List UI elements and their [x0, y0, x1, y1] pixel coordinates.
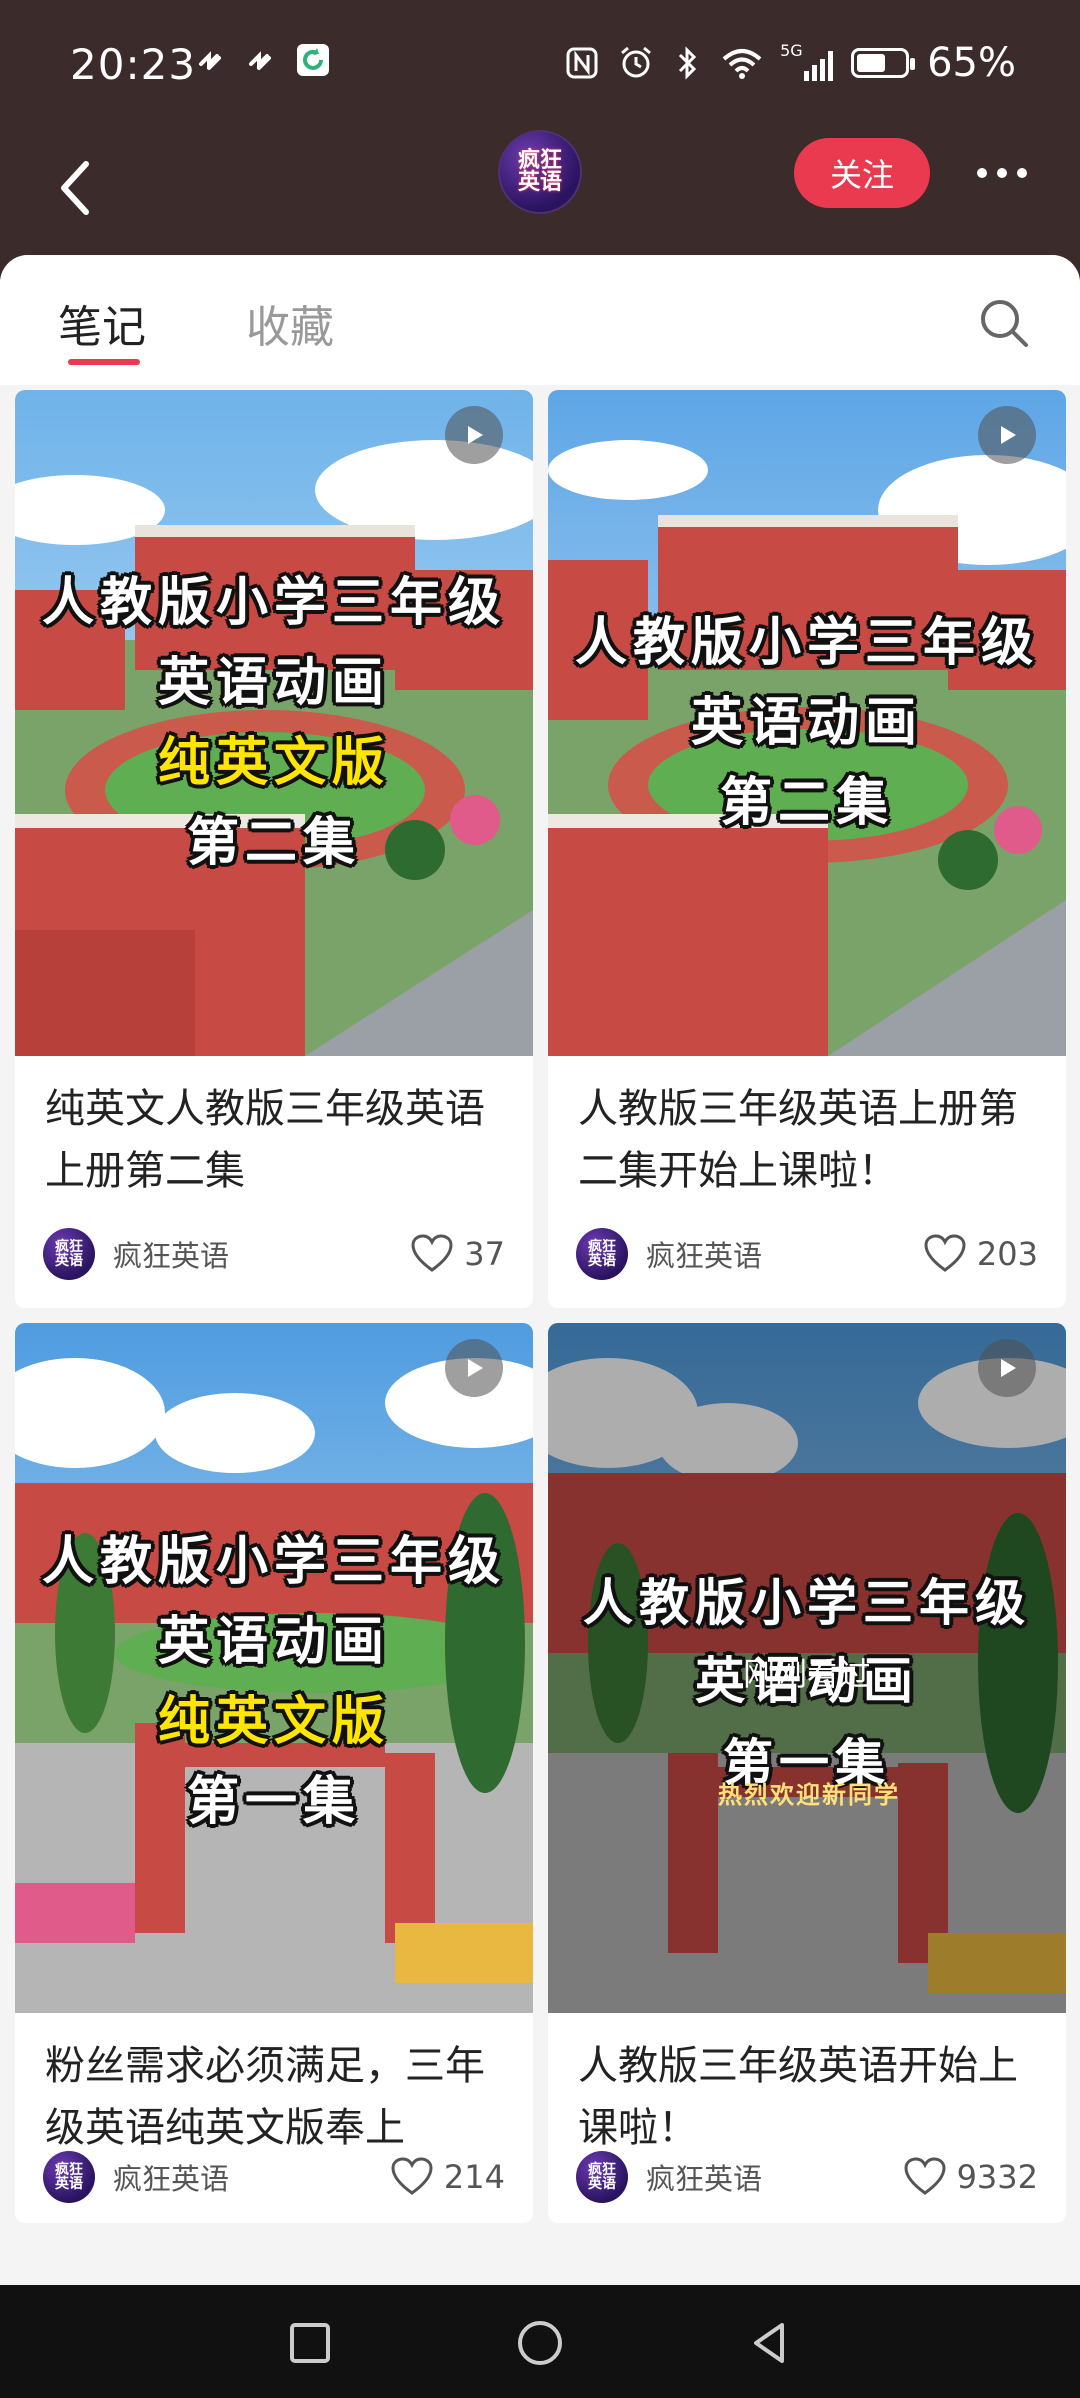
- back-arrow-icon: [61, 161, 89, 215]
- status-time: 20:23: [70, 40, 197, 89]
- card-author-row: 疯狂 英语 疯狂英语 203: [576, 1226, 1038, 1282]
- profile-avatar[interactable]: 疯狂 英语: [498, 130, 582, 214]
- more-options-button[interactable]: [962, 148, 1042, 198]
- card-title: 人教版三年级英语上册第二集开始上课啦！: [578, 1086, 1018, 1194]
- thumb-overlay-line-3: 纯英文版: [157, 1692, 390, 1752]
- like-button[interactable]: 203: [923, 1234, 1038, 1274]
- thumb-overlay-line-1: 人教版小学三年级: [583, 1574, 1031, 1632]
- author-avatar[interactable]: 疯狂 英语: [576, 1228, 628, 1280]
- play-icon: [978, 1339, 1036, 1397]
- wifi-icon: [722, 49, 762, 79]
- like-button[interactable]: 37: [410, 1234, 505, 1274]
- like-count: 9332: [956, 2158, 1038, 2196]
- more-dot: [1017, 168, 1027, 178]
- content-panel: 笔记 收藏 人教版小学三年级 英语动画 纯英文版 第二集 纯英文人教版三年级英语…: [0, 255, 1080, 2285]
- author-avatar[interactable]: 疯狂 英语: [43, 1228, 95, 1280]
- tab-bar: 笔记 收藏: [0, 255, 1080, 385]
- follow-button[interactable]: 关注: [794, 138, 930, 208]
- thumb-overlay-line-1: 人教版小学三年级: [574, 613, 1039, 673]
- tiktok-icon: [245, 42, 281, 78]
- notification-icons: [195, 42, 331, 78]
- note-card[interactable]: 人教版小学三年级 英语动画 第二集 人教版三年级英语上册第二集开始上课啦！ 疯狂…: [548, 390, 1066, 1308]
- signal-icon: 5G: [780, 41, 834, 81]
- tab-favorites[interactable]: 收藏: [246, 291, 334, 355]
- video-thumbnail[interactable]: 人教版小学三年级 英语动画 纯英文版 第一集: [15, 1323, 533, 2013]
- note-card[interactable]: 人教版小学三年级 英语动画 纯英文版 第一集 粉丝需求必须满足，三年级英语纯英文…: [15, 1323, 533, 2223]
- watched-label: 刚刚看过: [742, 1655, 871, 1693]
- like-count: 37: [464, 1235, 505, 1273]
- like-button[interactable]: 9332: [903, 2157, 1038, 2197]
- tiktok-icon: [195, 42, 231, 78]
- thumb-overlay-line-2: 英语动画: [157, 1612, 390, 1672]
- active-tab-indicator: [68, 359, 140, 365]
- card-author-row: 疯狂 英语 疯狂英语 214: [43, 2149, 505, 2205]
- nfc-icon: [566, 47, 598, 79]
- heart-icon: [904, 2157, 946, 2195]
- author-avatar[interactable]: 疯狂 英语: [43, 2151, 95, 2203]
- avatar-text-line2: 英语: [517, 170, 562, 195]
- back-button[interactable]: [40, 152, 112, 224]
- heart-icon: [924, 1234, 966, 1272]
- like-button[interactable]: 214: [390, 2157, 505, 2197]
- thumb-overlay-line-2: 英语动画: [157, 653, 390, 713]
- author-name[interactable]: 疯狂英语: [113, 2156, 229, 2198]
- more-dot: [977, 168, 987, 178]
- card-title: 粉丝需求必须满足，三年级英语纯英文版奉上: [45, 2043, 485, 2151]
- bluetooth-icon: [679, 46, 697, 80]
- like-count: 214: [443, 2158, 505, 2196]
- battery-percent: 65%: [927, 40, 1016, 86]
- card-author-row: 疯狂 英语 疯狂英语 37: [43, 1226, 505, 1282]
- alarm-icon: [621, 46, 652, 78]
- heart-icon: [391, 2157, 433, 2195]
- tab-notes[interactable]: 笔记: [58, 291, 146, 355]
- app-refresh-icon: [295, 42, 331, 78]
- video-thumbnail[interactable]: 人教版小学三年级 英语动画 纯英文版 第二集: [15, 390, 533, 1056]
- search-icon[interactable]: [976, 295, 1032, 351]
- play-icon: [445, 406, 503, 464]
- thumb-overlay-line-3: 纯英文版: [157, 733, 390, 793]
- system-nav-bar: [0, 2285, 1080, 2398]
- video-thumbnail[interactable]: 人教版小学三年级 英语动画 第一集 热烈欢迎新同学 刚刚看过: [548, 1323, 1066, 2013]
- back-nav-button[interactable]: [742, 2315, 798, 2371]
- battery-icon: [851, 48, 916, 78]
- author-name[interactable]: 疯狂英语: [646, 1233, 762, 1275]
- play-icon: [978, 406, 1036, 464]
- author-name[interactable]: 疯狂英语: [646, 2156, 762, 2198]
- thumb-overlay-line-4: 第一集: [186, 1772, 361, 1832]
- status-bar: 20:23 5G 65%: [0, 0, 1080, 130]
- recent-apps-button[interactable]: [282, 2315, 338, 2371]
- note-card[interactable]: 人教版小学三年级 英语动画 纯英文版 第二集 纯英文人教版三年级英语上册第二集 …: [15, 390, 533, 1308]
- thumb-overlay-line-2: 英语动画: [690, 693, 923, 753]
- note-card[interactable]: 人教版小学三年级 英语动画 第一集 热烈欢迎新同学 刚刚看过 人教版三年级英语开…: [548, 1323, 1066, 2223]
- network-type: 5G: [780, 41, 803, 60]
- heart-icon: [411, 1234, 453, 1272]
- thumb-overlay-line-4: 第二集: [186, 813, 361, 873]
- thumb-overlay-line-1: 人教版小学三年级: [41, 573, 506, 633]
- author-avatar[interactable]: 疯狂 英语: [576, 2151, 628, 2203]
- more-dot: [997, 168, 1007, 178]
- play-icon: [445, 1339, 503, 1397]
- card-author-row: 疯狂 英语 疯狂英语 9332: [576, 2149, 1038, 2205]
- like-count: 203: [976, 1235, 1038, 1273]
- home-button[interactable]: [512, 2315, 568, 2371]
- thumb-banner-text: 热烈欢迎新同学: [718, 1781, 900, 1809]
- author-name[interactable]: 疯狂英语: [113, 1233, 229, 1275]
- thumb-overlay-line-3: 第二集: [719, 773, 894, 833]
- system-icons: 5G 65%: [564, 40, 1016, 86]
- thumb-overlay-line-1: 人教版小学三年级: [41, 1532, 506, 1592]
- video-thumbnail[interactable]: 人教版小学三年级 英语动画 第二集: [548, 390, 1066, 1056]
- card-title: 纯英文人教版三年级英语上册第二集: [45, 1086, 485, 1194]
- card-title: 人教版三年级英语开始上课啦！: [578, 2043, 1018, 2151]
